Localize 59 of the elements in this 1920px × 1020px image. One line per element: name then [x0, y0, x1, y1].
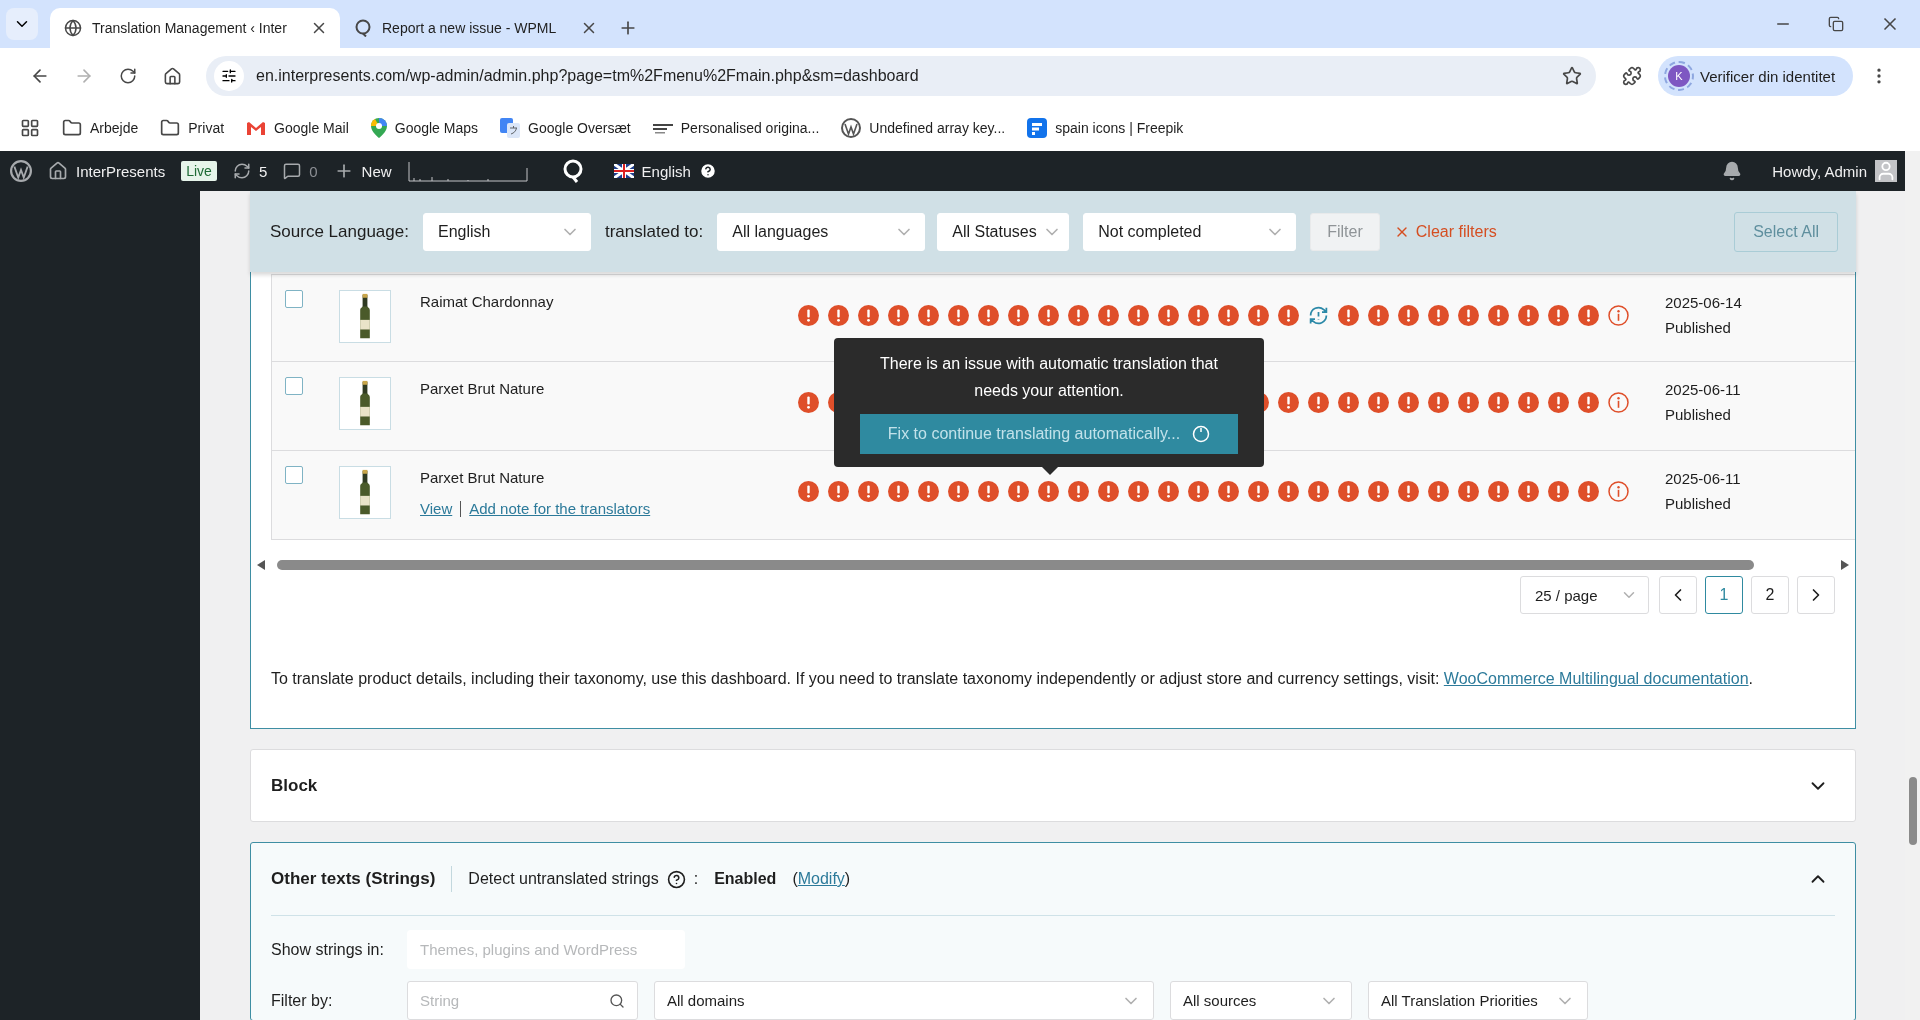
item-status: Published — [1665, 319, 1732, 336]
field-label: Show strings in: — [271, 940, 385, 959]
page-button[interactable]: 2 — [1751, 576, 1789, 614]
profile-button[interactable]: K Verificer din identitet — [1658, 56, 1854, 96]
modify-link[interactable]: Modify — [797, 870, 845, 888]
item-date: 2025-06-11 — [1665, 381, 1742, 398]
bookmark[interactable]: Privat — [160, 117, 225, 138]
parenthesis: ( — [792, 870, 798, 888]
status-select[interactable]: All Statuses — [937, 212, 1070, 251]
tab-title: Translation Management ‹ Inter — [92, 20, 288, 36]
filter-label: Source Language: — [270, 221, 409, 242]
action-link[interactable]: Add note for the translators — [469, 500, 651, 517]
action-link[interactable]: View — [420, 500, 453, 517]
colon: : — [693, 870, 699, 888]
bookmark[interactable]: Google Oversæt — [500, 117, 631, 138]
completion-select[interactable]: Not completed — [1083, 212, 1297, 251]
live-badge: Live — [181, 161, 217, 181]
bookmark[interactable]: Google Mail — [246, 119, 349, 136]
site-link[interactable]: InterPresents — [48, 161, 166, 181]
domain-select[interactable]: All domains — [654, 981, 1154, 1020]
field-label: Filter by: — [271, 991, 334, 1010]
per-page-select[interactable]: 25 / page — [1520, 576, 1649, 614]
bookmark[interactable]: Personalised origina... — [652, 119, 820, 136]
item-status: Published — [1665, 406, 1732, 423]
section-title: Block — [271, 775, 318, 796]
url-text: en.interpresents.com/wp-admin/admin.php?page=tm%2Fmenu%2Fmain.php&sm=dashboard — [256, 67, 920, 85]
item-status: Published — [1665, 495, 1732, 512]
tab-title: Report a new issue - WPML — [382, 20, 558, 36]
help-text: To translate product details, including their taxonomy, use this dashboard. If you need to translate taxonomy independently or adjust store and currency settings, visit: WooCommerce Multilingual documentation. — [271, 669, 1754, 689]
address-bar[interactable]: en.interpresents.com/wp-admin/admin.php?page=tm%2Fmenu%2Fmain.php&sm=dashboard — [206, 56, 1596, 96]
target-language-select[interactable]: All languages — [717, 212, 926, 251]
setting-value: Enabled — [714, 870, 777, 888]
page-button[interactable]: 1 — [1705, 576, 1743, 614]
parenthesis: ) — [844, 870, 851, 888]
language-switcher[interactable]: English — [613, 162, 717, 180]
bookmark[interactable]: spain icons | Freepik — [1027, 117, 1184, 138]
tooltip-text: There is an issue with automatic translation that needs your attention. — [879, 354, 1219, 401]
updates-link[interactable]: 5 — [232, 162, 268, 180]
new-link[interactable]: New — [333, 161, 392, 181]
section-title: Other texts (Strings) — [271, 869, 436, 889]
avatar-icon: K — [1668, 65, 1690, 87]
item-title: Parxet Brut Nature — [420, 469, 546, 486]
source-select[interactable]: All sources — [1170, 981, 1352, 1020]
item-date: 2025-06-14 — [1665, 294, 1743, 311]
item-title: Raimat Chardonnay — [420, 293, 555, 310]
source-language-select[interactable]: English — [422, 212, 591, 251]
documentation-link[interactable]: WooCommerce Multilingual documentation — [1443, 670, 1749, 687]
item-date: 2025-06-11 — [1665, 470, 1742, 487]
item-title: Parxet Brut Nature — [420, 380, 546, 397]
filter-label: translated to: — [604, 221, 704, 242]
bookmark[interactable]: Undefined array key... — [841, 117, 1006, 138]
setting-label: Detect untranslated strings — [468, 870, 659, 888]
browser-tab[interactable]: Translation Management ‹ Inter — [50, 8, 340, 48]
bookmark[interactable]: Google Maps — [370, 117, 479, 138]
account-menu[interactable]: Howdy, Admin — [1772, 160, 1897, 182]
priority-select[interactable]: All Translation Priorities — [1368, 981, 1588, 1020]
browser-tab[interactable]: Report a new issue - WPML — [340, 8, 610, 48]
comments-link[interactable]: 0 — [283, 162, 318, 180]
bookmark[interactable]: Arbejde — [62, 117, 139, 138]
